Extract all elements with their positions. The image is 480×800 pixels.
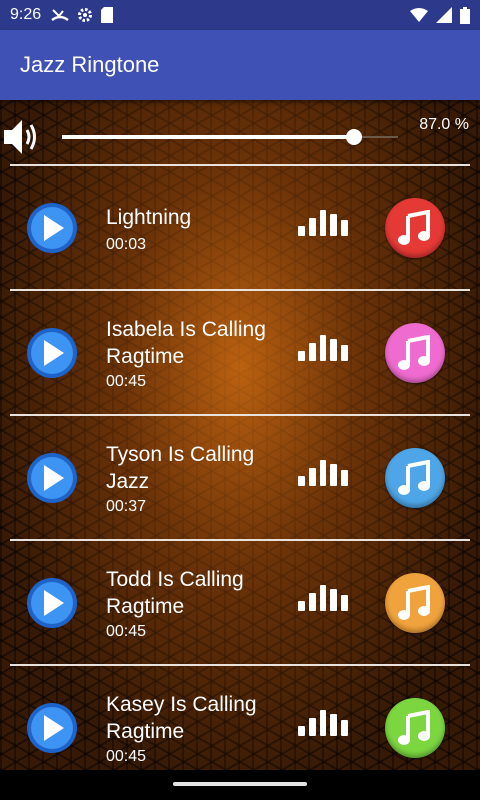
music-note-icon: [398, 210, 430, 245]
app-bar: Jazz Ringtone: [0, 30, 480, 100]
ringtone-title: Todd Is Calling Ragtime: [106, 568, 244, 618]
status-bar: 9:26: [0, 0, 480, 30]
equalizer-icon: [298, 333, 348, 361]
home-gesture-handle[interactable]: [173, 782, 307, 786]
missed-call-icon: [51, 9, 69, 22]
app-title: Jazz Ringtone: [20, 52, 160, 77]
ringtone-duration: 00:37: [106, 498, 147, 515]
ringtone-row[interactable]: Todd Is Calling Ragtime 00:45: [0, 541, 480, 666]
wifi-icon: [410, 8, 428, 22]
music-note-icon: [398, 335, 430, 370]
ringtone-duration: 00:03: [106, 236, 147, 253]
equalizer-icon: [298, 208, 348, 236]
music-note-icon: [398, 585, 430, 620]
sd-card-icon: [101, 7, 114, 23]
set-ringtone-button[interactable]: [385, 323, 445, 383]
ringtone-row[interactable]: Isabela Is Calling Ragtime 00:45: [0, 291, 480, 416]
music-note-icon: [398, 710, 430, 745]
ringtone-list-area: 87.0 % Lightning 00:03 Isabela Is Callin…: [0, 100, 480, 770]
equalizer-icon: [298, 458, 348, 486]
speaker-volume-icon: [4, 120, 36, 154]
ringtone-title: Kasey Is Calling Ragtime: [106, 693, 257, 743]
set-ringtone-button[interactable]: [385, 198, 445, 258]
volume-slider-fill: [62, 135, 355, 139]
play-button-icon[interactable]: [26, 202, 78, 254]
volume-control: 87.0 %: [0, 100, 480, 165]
play-button-icon[interactable]: [26, 327, 78, 379]
ringtone-title: Isabela Is Calling Ragtime: [106, 318, 266, 368]
equalizer-icon: [298, 708, 348, 736]
navigation-bar: [0, 770, 480, 800]
volume-slider[interactable]: [62, 129, 398, 145]
ringtone-duration: 00:45: [106, 373, 147, 390]
ringtone-title: Tyson Is Calling Jazz: [106, 443, 255, 493]
play-button-icon[interactable]: [26, 452, 78, 504]
set-ringtone-button[interactable]: [385, 448, 445, 508]
equalizer-icon: [298, 583, 348, 611]
ringtone-duration: 00:45: [106, 748, 147, 765]
status-time: 9:26: [10, 6, 42, 23]
ringtone-duration: 00:45: [106, 623, 147, 640]
music-note-icon: [398, 460, 430, 495]
set-ringtone-button[interactable]: [385, 573, 445, 633]
play-button-icon[interactable]: [26, 702, 78, 754]
ringtone-row[interactable]: Lightning 00:03: [0, 166, 480, 291]
ringtone-title: Lightning: [106, 206, 192, 229]
battery-icon: [460, 6, 470, 24]
play-button-icon[interactable]: [26, 577, 78, 629]
signal-icon: [436, 7, 452, 23]
volume-percent: 87.0 %: [419, 116, 469, 133]
volume-slider-thumb[interactable]: [346, 129, 363, 145]
set-ringtone-button[interactable]: [385, 698, 445, 758]
settings-gear-icon: [78, 8, 93, 22]
ringtone-row[interactable]: Tyson Is Calling Jazz 00:37: [0, 416, 480, 541]
ringtone-row[interactable]: Kasey Is Calling Ragtime 00:45: [0, 666, 480, 770]
